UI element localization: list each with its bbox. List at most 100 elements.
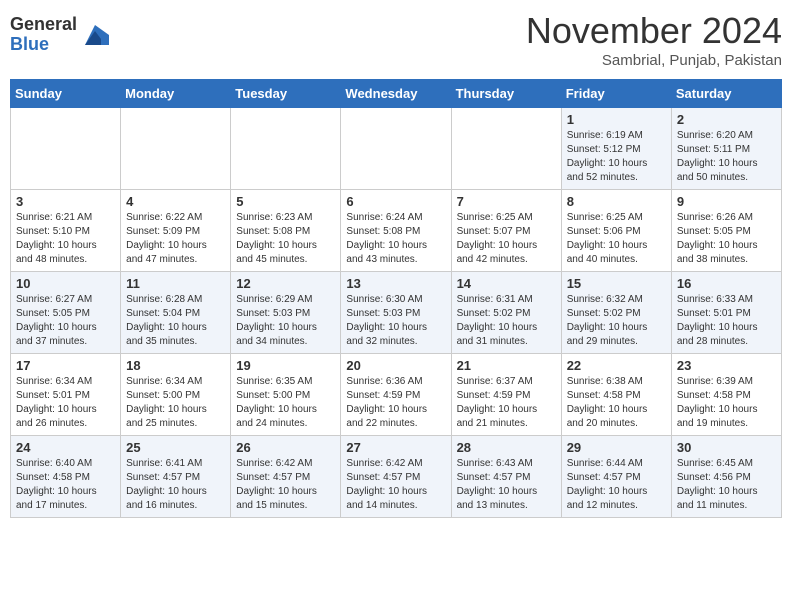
calendar-cell: 1 Sunrise: 6:19 AM Sunset: 5:12 PM Daylig… (561, 108, 671, 190)
day-info: Sunrise: 6:44 AM Sunset: 4:57 PM Dayligh… (567, 457, 666, 513)
calendar-cell: 20 Sunrise: 6:36 AM Sunset: 4:59 PM Dayli… (341, 354, 451, 436)
header-day-tuesday: Tuesday (231, 80, 341, 108)
day-info: Sunrise: 6:33 AM Sunset: 5:01 PM Dayligh… (677, 293, 776, 349)
calendar-cell: 19Sunrise: 6:35 AM Sunset: 5:00 PM Dayli… (231, 354, 341, 436)
day-info: Sunrise: 6:25 AM Sunset: 5:07 PM Dayligh… (457, 211, 556, 267)
day-number: 2 (677, 112, 776, 127)
day-info: Sunrise: 6:45 AM Sunset: 4:56 PM Dayligh… (677, 457, 776, 513)
day-info: Sunrise: 6:30 AM Sunset: 5:03 PM Dayligh… (346, 293, 445, 349)
calendar-cell (231, 108, 341, 190)
day-info: Sunrise: 6:37 AM Sunset: 4:59 PM Dayligh… (457, 375, 556, 431)
day-number: 11 (126, 276, 225, 291)
calendar-cell: 10 Sunrise: 6:27 AM Sunset: 5:05 PM Dayli… (11, 272, 121, 354)
calendar-cell: 2 Sunrise: 6:20 AM Sunset: 5:11 PM Daylig… (671, 108, 781, 190)
day-info: Sunrise: 6:20 AM Sunset: 5:11 PM Dayligh… (677, 129, 776, 185)
day-info: Sunrise: 6:36 AM Sunset: 4:59 PM Dayligh… (346, 375, 445, 431)
day-number: 25 (126, 440, 225, 455)
calendar-cell: 29 Sunrise: 6:44 AM Sunset: 4:57 PM Dayli… (561, 436, 671, 518)
day-number: 29 (567, 440, 666, 455)
day-number: 19 (236, 358, 335, 373)
calendar-row: 3Sunrise: 6:21 AM Sunset: 5:10 PM Daylig… (11, 190, 782, 272)
day-info: Sunrise: 6:43 AM Sunset: 4:57 PM Dayligh… (457, 457, 556, 513)
header-day-wednesday: Wednesday (341, 80, 451, 108)
calendar-cell: 4 Sunrise: 6:22 AM Sunset: 5:09 PM Daylig… (121, 190, 231, 272)
day-number: 16 (677, 276, 776, 291)
day-info: Sunrise: 6:27 AM Sunset: 5:05 PM Dayligh… (16, 293, 115, 349)
day-number: 7 (457, 194, 556, 209)
day-info: Sunrise: 6:28 AM Sunset: 5:04 PM Dayligh… (126, 293, 225, 349)
header-day-friday: Friday (561, 80, 671, 108)
day-info: Sunrise: 6:41 AM Sunset: 4:57 PM Dayligh… (126, 457, 225, 513)
day-number: 27 (346, 440, 445, 455)
day-number: 20 (346, 358, 445, 373)
location: Sambrial, Punjab, Pakistan (526, 52, 782, 69)
day-number: 18 (126, 358, 225, 373)
day-number: 28 (457, 440, 556, 455)
day-number: 30 (677, 440, 776, 455)
header-day-saturday: Saturday (671, 80, 781, 108)
day-info: Sunrise: 6:22 AM Sunset: 5:09 PM Dayligh… (126, 211, 225, 267)
calendar-cell: 22 Sunrise: 6:38 AM Sunset: 4:58 PM Dayli… (561, 354, 671, 436)
calendar-row: 1 Sunrise: 6:19 AM Sunset: 5:12 PM Daylig… (11, 108, 782, 190)
calendar-row: 17 Sunrise: 6:34 AM Sunset: 5:01 PM Dayli… (11, 354, 782, 436)
calendar-cell: 25 Sunrise: 6:41 AM Sunset: 4:57 PM Dayli… (121, 436, 231, 518)
day-info: Sunrise: 6:39 AM Sunset: 4:58 PM Dayligh… (677, 375, 776, 431)
calendar-cell: 11 Sunrise: 6:28 AM Sunset: 5:04 PM Dayli… (121, 272, 231, 354)
header-day-monday: Monday (121, 80, 231, 108)
day-number: 24 (16, 440, 115, 455)
title-block: November 2024 Sambrial, Punjab, Pakistan (526, 10, 782, 69)
day-number: 4 (126, 194, 225, 209)
page-header: General Blue November 2024 Sambrial, Pun… (10, 10, 782, 69)
calendar-cell (11, 108, 121, 190)
calendar-cell: 12Sunrise: 6:29 AM Sunset: 5:03 PM Dayli… (231, 272, 341, 354)
month-title: November 2024 (526, 10, 782, 52)
day-info: Sunrise: 6:40 AM Sunset: 4:58 PM Dayligh… (16, 457, 115, 513)
calendar-cell: 30 Sunrise: 6:45 AM Sunset: 4:56 PM Dayli… (671, 436, 781, 518)
day-number: 22 (567, 358, 666, 373)
logo-general: General (10, 15, 77, 35)
header-day-sunday: Sunday (11, 80, 121, 108)
calendar-cell: 7 Sunrise: 6:25 AM Sunset: 5:07 PM Daylig… (451, 190, 561, 272)
day-info: Sunrise: 6:31 AM Sunset: 5:02 PM Dayligh… (457, 293, 556, 349)
day-info: Sunrise: 6:34 AM Sunset: 5:01 PM Dayligh… (16, 375, 115, 431)
logo-icon (81, 21, 109, 49)
day-info: Sunrise: 6:24 AM Sunset: 5:08 PM Dayligh… (346, 211, 445, 267)
calendar-cell: 23 Sunrise: 6:39 AM Sunset: 4:58 PM Dayli… (671, 354, 781, 436)
calendar-cell: 21Sunrise: 6:37 AM Sunset: 4:59 PM Dayli… (451, 354, 561, 436)
logo: General Blue (10, 15, 109, 55)
day-number: 14 (457, 276, 556, 291)
calendar-cell (341, 108, 451, 190)
calendar-row: 10 Sunrise: 6:27 AM Sunset: 5:05 PM Dayli… (11, 272, 782, 354)
day-number: 23 (677, 358, 776, 373)
calendar-cell: 15Sunrise: 6:32 AM Sunset: 5:02 PM Dayli… (561, 272, 671, 354)
day-info: Sunrise: 6:19 AM Sunset: 5:12 PM Dayligh… (567, 129, 666, 185)
day-number: 9 (677, 194, 776, 209)
calendar-cell: 3Sunrise: 6:21 AM Sunset: 5:10 PM Daylig… (11, 190, 121, 272)
day-info: Sunrise: 6:38 AM Sunset: 4:58 PM Dayligh… (567, 375, 666, 431)
calendar-cell: 8Sunrise: 6:25 AM Sunset: 5:06 PM Daylig… (561, 190, 671, 272)
day-number: 10 (16, 276, 115, 291)
header-row: SundayMondayTuesdayWednesdayThursdayFrid… (11, 80, 782, 108)
calendar-cell: 24 Sunrise: 6:40 AM Sunset: 4:58 PM Dayli… (11, 436, 121, 518)
calendar-cell: 18 Sunrise: 6:34 AM Sunset: 5:00 PM Dayli… (121, 354, 231, 436)
calendar-cell: 9 Sunrise: 6:26 AM Sunset: 5:05 PM Daylig… (671, 190, 781, 272)
day-number: 12 (236, 276, 335, 291)
day-number: 8 (567, 194, 666, 209)
calendar-cell: 14 Sunrise: 6:31 AM Sunset: 5:02 PM Dayli… (451, 272, 561, 354)
calendar-cell (451, 108, 561, 190)
day-number: 1 (567, 112, 666, 127)
calendar-cell: 16 Sunrise: 6:33 AM Sunset: 5:01 PM Dayli… (671, 272, 781, 354)
calendar-cell: 5 Sunrise: 6:23 AM Sunset: 5:08 PM Daylig… (231, 190, 341, 272)
calendar-cell: 6Sunrise: 6:24 AM Sunset: 5:08 PM Daylig… (341, 190, 451, 272)
day-number: 17 (16, 358, 115, 373)
day-number: 3 (16, 194, 115, 209)
calendar-cell: 17 Sunrise: 6:34 AM Sunset: 5:01 PM Dayli… (11, 354, 121, 436)
day-number: 5 (236, 194, 335, 209)
calendar-table: SundayMondayTuesdayWednesdayThursdayFrid… (10, 79, 782, 518)
day-info: Sunrise: 6:34 AM Sunset: 5:00 PM Dayligh… (126, 375, 225, 431)
day-info: Sunrise: 6:26 AM Sunset: 5:05 PM Dayligh… (677, 211, 776, 267)
day-info: Sunrise: 6:23 AM Sunset: 5:08 PM Dayligh… (236, 211, 335, 267)
calendar-cell: 26Sunrise: 6:42 AM Sunset: 4:57 PM Dayli… (231, 436, 341, 518)
day-info: Sunrise: 6:32 AM Sunset: 5:02 PM Dayligh… (567, 293, 666, 349)
logo-blue: Blue (10, 35, 77, 55)
